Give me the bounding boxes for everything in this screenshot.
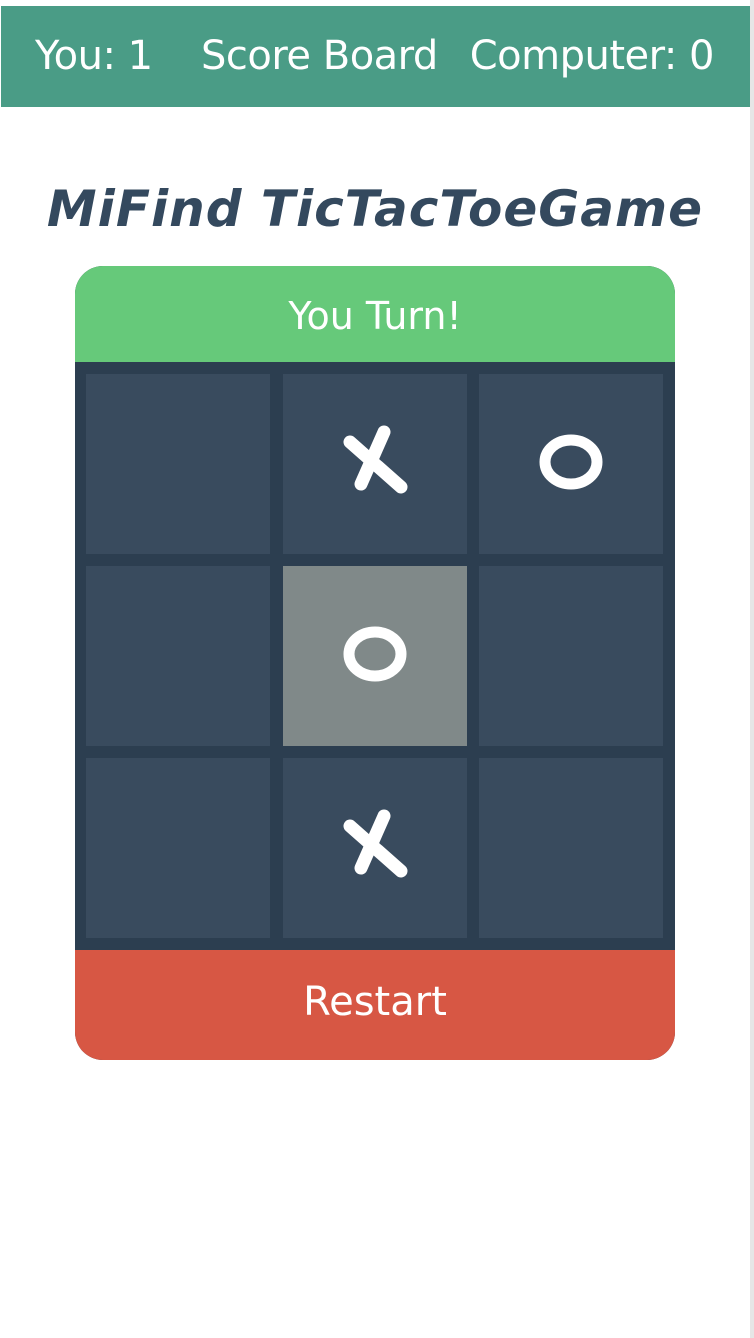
board-cell-9[interactable]: [479, 758, 663, 938]
board-cell-2[interactable]: [283, 374, 467, 554]
board-cell-4[interactable]: [86, 566, 270, 746]
scoreboard-title: Score Board: [201, 33, 438, 79]
board-cell-1[interactable]: [86, 374, 270, 554]
o-mark-icon: [343, 626, 407, 682]
board-cell-3[interactable]: [479, 374, 663, 554]
player-score: You: 1: [35, 33, 153, 79]
board-cell-7[interactable]: [86, 758, 270, 938]
page-edge: [750, 0, 754, 1338]
computer-score: Computer: 0: [469, 33, 715, 79]
board-cell-8[interactable]: [283, 758, 467, 938]
o-mark-icon: [539, 434, 603, 490]
board-cell-5[interactable]: [283, 566, 467, 746]
turn-indicator: You Turn!: [75, 266, 675, 362]
restart-button[interactable]: Restart: [75, 950, 675, 1060]
game-title: MiFind TicTacToeGame: [46, 179, 704, 238]
x-mark-icon: [343, 809, 408, 878]
board-cell-6[interactable]: [479, 566, 663, 746]
game-grid: [75, 362, 675, 950]
x-mark-icon: [343, 425, 408, 494]
game-board-card: You Turn! Restart: [75, 266, 675, 1060]
scoreboard: You: 1 Score Board Computer: 0: [1, 6, 750, 107]
